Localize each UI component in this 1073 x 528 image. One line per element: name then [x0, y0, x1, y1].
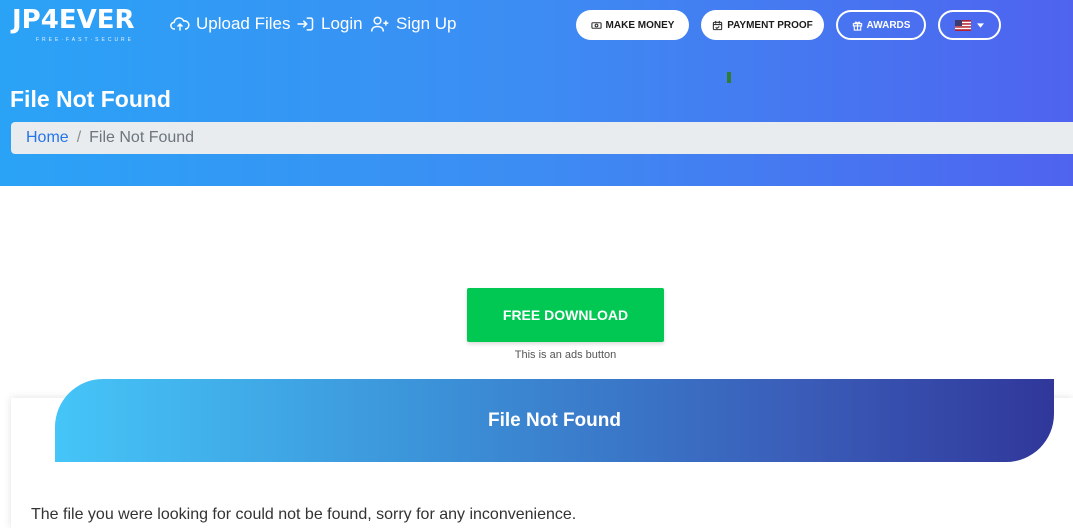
- header-hero: JP4EVER FREE·FAST·SECURE Upload Files Lo…: [0, 0, 1073, 186]
- money-bill-icon: [590, 21, 602, 29]
- logo-text: JP4EVER: [12, 5, 135, 35]
- awards-label: AWARDS: [866, 19, 911, 31]
- nav-upload-label: Upload Files: [196, 14, 291, 33]
- site-logo[interactable]: JP4EVER FREE·FAST·SECURE: [12, 5, 135, 43]
- nav-sign-up[interactable]: Sign Up: [370, 14, 456, 34]
- nav-signup-label: Sign Up: [396, 14, 457, 33]
- page-title: File Not Found: [10, 86, 171, 112]
- make-money-label: MAKE MONEY: [605, 19, 675, 31]
- us-flag-icon: [955, 19, 971, 31]
- nav-upload-files[interactable]: Upload Files: [170, 14, 291, 34]
- breadcrumb-current: File Not Found: [89, 129, 195, 146]
- make-money-button[interactable]: MAKE MONEY: [576, 10, 689, 40]
- free-download-button[interactable]: FREE DOWNLOAD: [467, 288, 664, 342]
- ads-note: This is an ads button: [514, 349, 617, 361]
- awards-button[interactable]: AWARDS: [836, 10, 926, 40]
- gift-icon: [852, 21, 862, 31]
- calendar-check-icon: [713, 20, 723, 30]
- payment-proof-button[interactable]: PAYMENT PROOF: [701, 10, 824, 40]
- card-title-banner: File Not Found: [55, 379, 1054, 462]
- card-title: File Not Found: [488, 409, 621, 431]
- user-plus-icon: [370, 16, 389, 32]
- sign-in-icon: [297, 17, 314, 31]
- logo-tagline: FREE·FAST·SECURE: [36, 37, 135, 43]
- language-selector[interactable]: [938, 10, 1001, 40]
- marker: [727, 72, 731, 83]
- breadcrumb-separator: /: [76, 129, 82, 146]
- caret-down-icon: [977, 22, 984, 28]
- nav-login[interactable]: Login: [295, 14, 363, 34]
- cloud-upload-icon: [170, 17, 190, 31]
- breadcrumb: Home / File Not Found: [11, 122, 1073, 154]
- not-found-message: The file you were looking for could not …: [31, 506, 577, 523]
- breadcrumb-home-link[interactable]: Home: [26, 129, 69, 147]
- nav-login-label: Login: [321, 14, 363, 33]
- payment-proof-label: PAYMENT PROOF: [727, 19, 813, 31]
